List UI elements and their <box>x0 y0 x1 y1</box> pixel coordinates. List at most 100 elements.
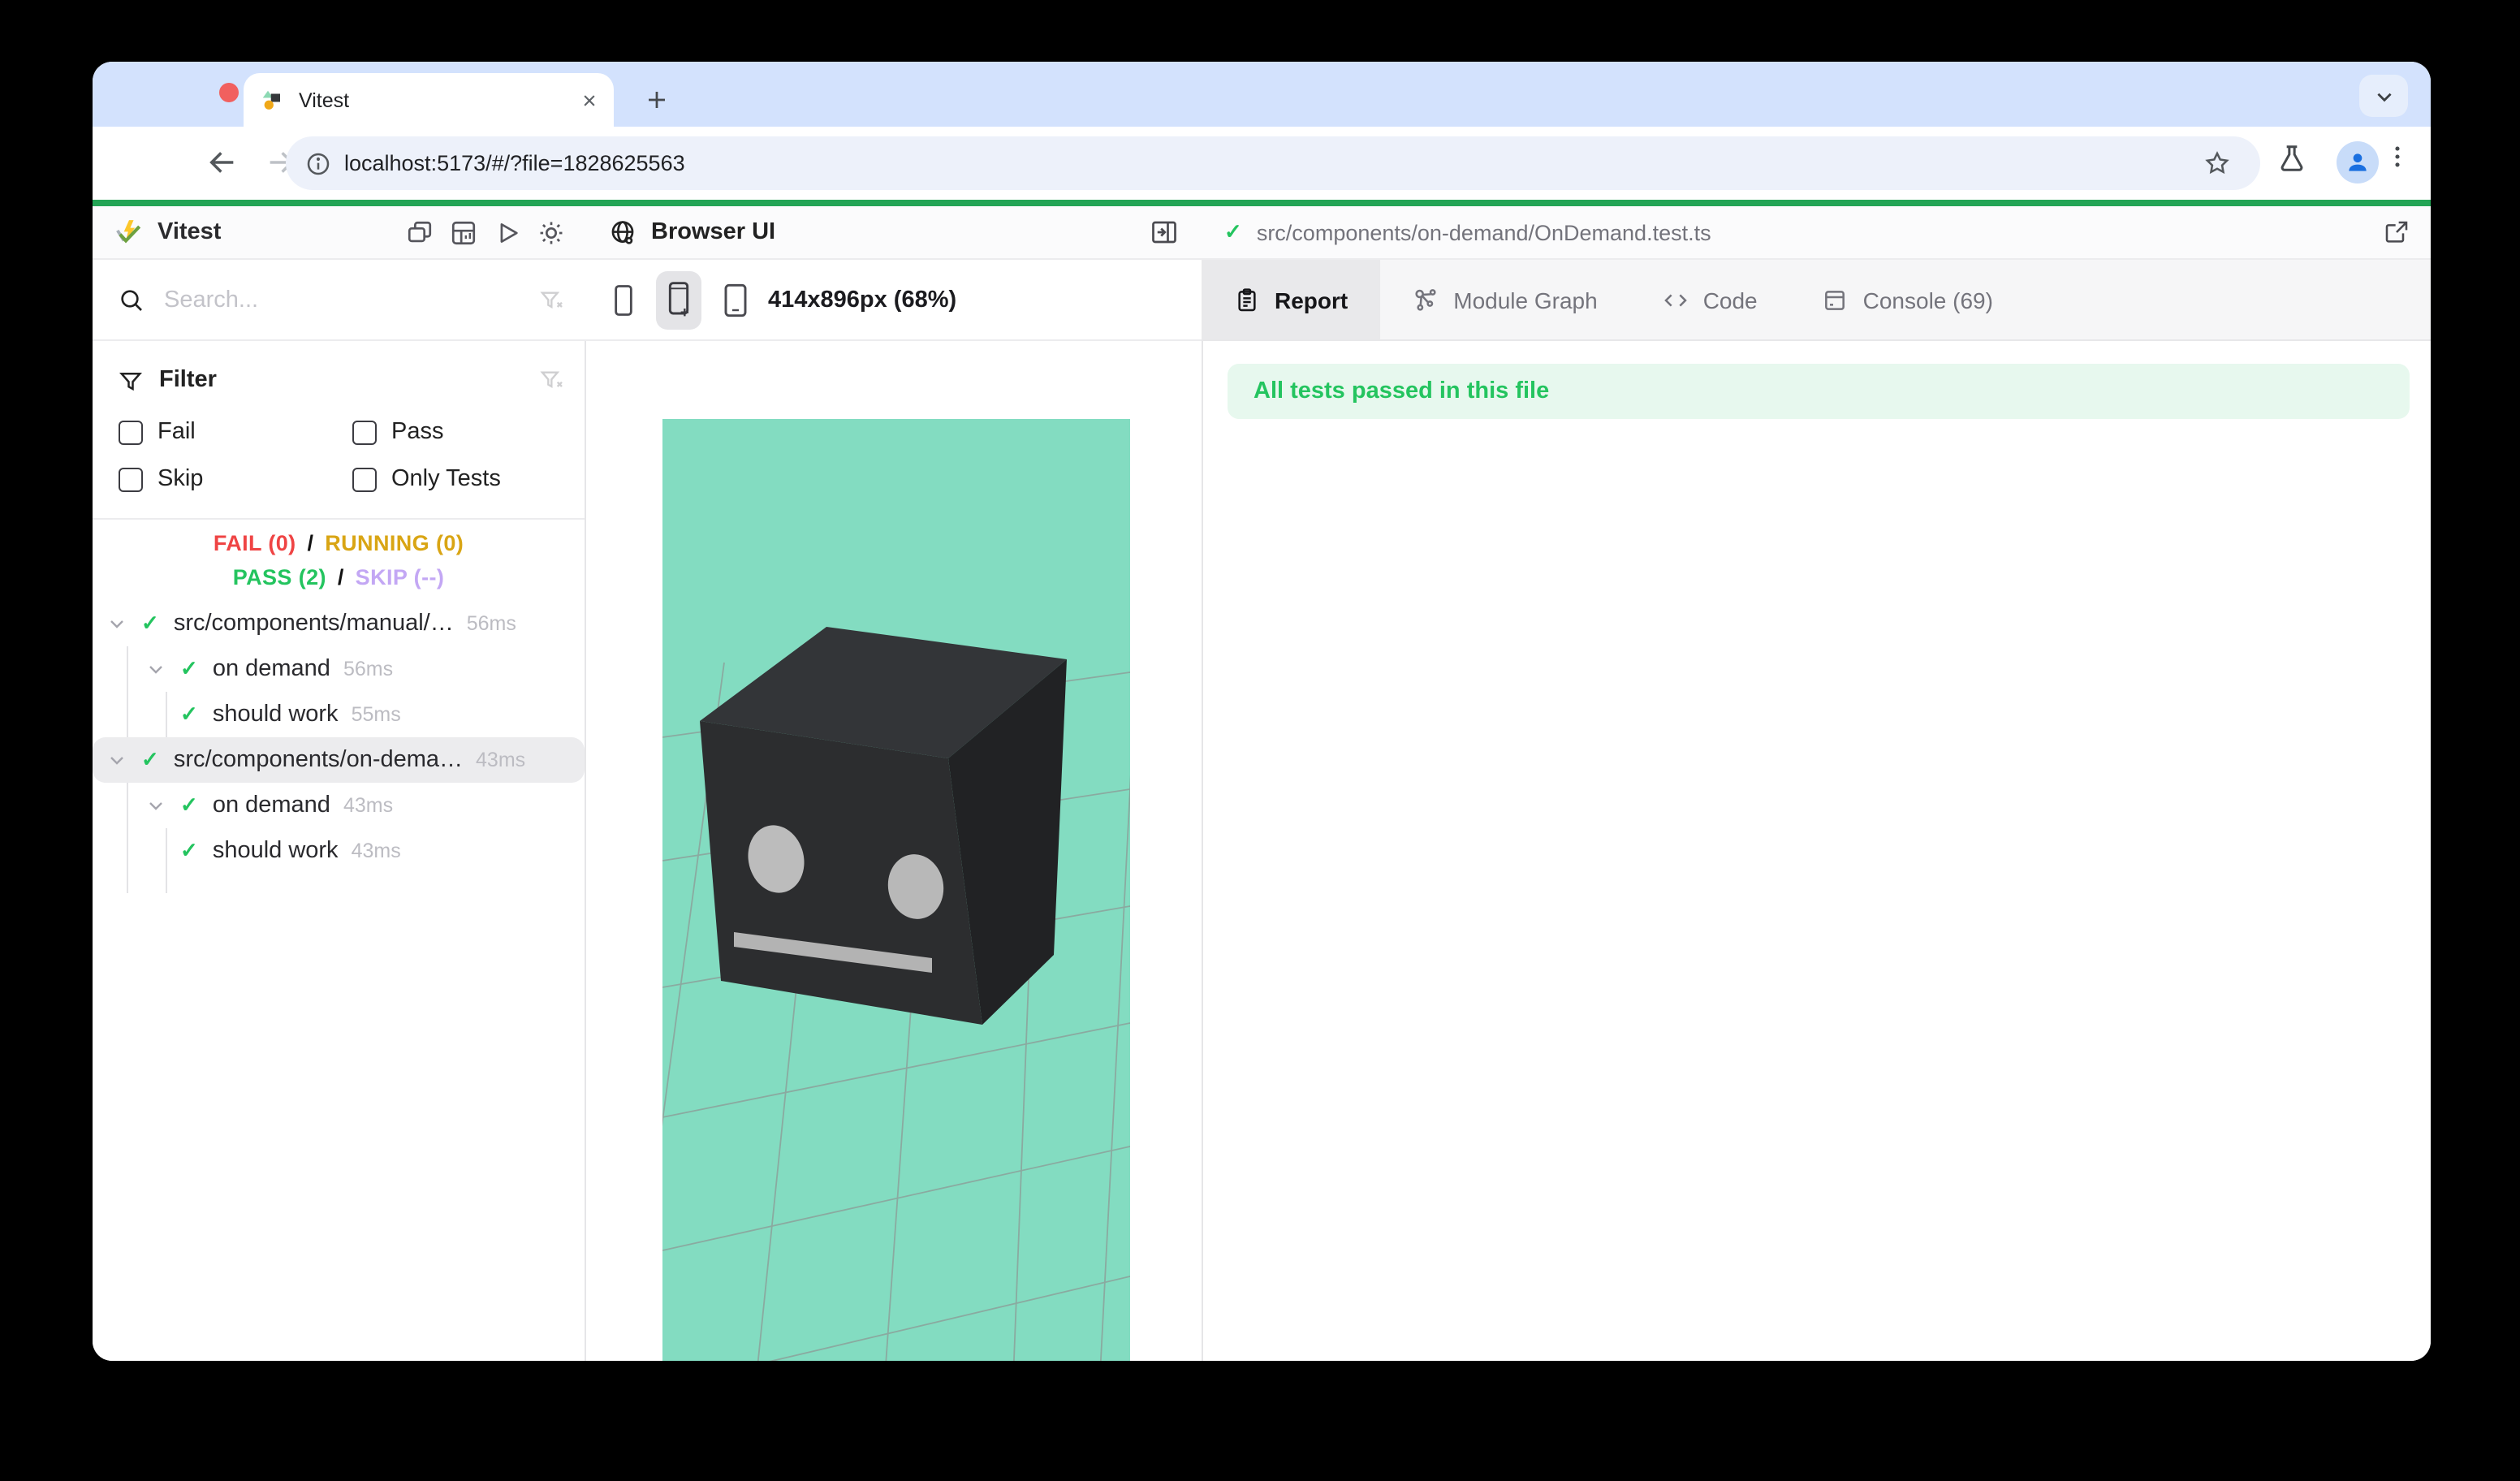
app-header-middle: Browser UI <box>585 206 1202 258</box>
device-tablet-icon[interactable] <box>723 280 749 319</box>
fail-checkbox[interactable] <box>119 420 143 444</box>
filter-option-pass[interactable]: Pass <box>352 419 444 445</box>
app-title: Vitest <box>158 219 221 245</box>
skip-checkbox[interactable] <box>119 467 143 491</box>
experiments-flask-icon[interactable] <box>2276 143 2307 174</box>
divider <box>1202 206 1203 1361</box>
tab-report-label: Report <box>1275 287 1348 313</box>
tab-close-icon[interactable] <box>581 92 598 108</box>
tree-test-row[interactable]: ✓ should work 43ms <box>93 828 585 874</box>
dashboard-icon[interactable] <box>450 218 477 246</box>
chevron-down-icon[interactable] <box>107 750 127 770</box>
open-external-icon[interactable] <box>2384 219 2410 245</box>
fail-count: FAIL (0) <box>214 531 296 555</box>
theme-toggle-sun-icon[interactable] <box>537 218 565 246</box>
test-name: should work <box>213 702 339 728</box>
file-pass-check-icon: ✓ <box>1224 219 1242 245</box>
skip-count: SKIP (--) <box>356 565 445 589</box>
filter-header: Filter <box>119 367 217 393</box>
filter-option-only-tests[interactable]: Only Tests <box>352 466 501 492</box>
app-header-left: Vitest <box>93 206 585 258</box>
browser-tab[interactable]: Vitest <box>244 73 614 127</box>
pass-checkbox[interactable] <box>352 420 377 444</box>
dock-panel-right-icon[interactable] <box>1150 218 1179 247</box>
fail-label: Fail <box>158 419 196 445</box>
all-tests-passed-text: All tests passed in this file <box>1254 378 1549 404</box>
pass-check-icon: ✓ <box>180 702 198 728</box>
screen: Vitest localhost:5173/#/?file=1828625563 <box>0 0 2520 1481</box>
test-browser-viewport <box>662 419 1130 1361</box>
browser-ui-title: Browser UI <box>651 219 775 245</box>
app-header-right: ✓ src/components/on-demand/OnDemand.test… <box>1202 206 2431 258</box>
console-icon <box>1823 287 1849 313</box>
device-toolbar: 414x896px (68%) <box>585 260 1202 341</box>
url-text: localhost:5173/#/?file=1828625563 <box>344 151 685 175</box>
clear-filter-icon[interactable] <box>539 367 565 393</box>
new-tab-button[interactable] <box>635 78 677 120</box>
browser-window: Vitest localhost:5173/#/?file=1828625563 <box>93 62 2431 1361</box>
test-name: should work <box>213 838 339 864</box>
plus-icon <box>644 87 668 111</box>
status-separator: / <box>333 565 349 589</box>
test-duration: 56ms <box>343 658 393 680</box>
panel-tabs: Report Module Graph Code Console (69) <box>1202 260 2431 341</box>
person-icon <box>2345 149 2371 175</box>
address-bar[interactable]: localhost:5173/#/?file=1828625563 <box>286 136 2260 190</box>
tab-title: Vitest <box>299 89 581 111</box>
search-input[interactable] <box>161 285 492 314</box>
chevron-down-icon[interactable] <box>146 659 166 679</box>
site-info-icon[interactable] <box>305 150 331 176</box>
only-tests-label: Only Tests <box>391 466 501 492</box>
back-button[interactable] <box>206 146 239 179</box>
test-sidebar: Filter Fail Pass Skip <box>93 341 585 1361</box>
tree-suite-row[interactable]: ✓ on demand 43ms <box>93 783 585 828</box>
pass-check-icon: ✓ <box>180 792 198 818</box>
tab-report[interactable]: Report <box>1202 260 1380 339</box>
status-summary-line-1: FAIL (0) / RUNNING (0) <box>93 531 585 555</box>
window-close-button[interactable] <box>219 83 239 102</box>
collapse-panels-icon[interactable] <box>406 218 434 246</box>
tab-code[interactable]: Code <box>1630 260 1790 339</box>
tree-file-row-selected[interactable]: ✓ src/components/on-dema… 43ms <box>93 737 585 783</box>
skip-label: Skip <box>158 466 203 492</box>
filter-option-skip[interactable]: Skip <box>119 466 203 492</box>
code-icon <box>1663 287 1689 313</box>
tree-suite-row[interactable]: ✓ on demand 56ms <box>93 646 585 692</box>
profile-avatar[interactable] <box>2337 141 2379 184</box>
pass-count: PASS (2) <box>233 565 326 589</box>
tab-code-label: Code <box>1703 287 1758 313</box>
test-duration: 55ms <box>352 703 401 726</box>
search-icon <box>119 287 145 313</box>
tree-file-row[interactable]: ✓ src/components/manual/… 56ms <box>93 601 585 646</box>
only-tests-checkbox[interactable] <box>352 467 377 491</box>
tab-console[interactable]: Console (69) <box>1790 260 2026 339</box>
browser-toolbar: localhost:5173/#/?file=1828625563 <box>93 127 2431 200</box>
robot-cube <box>700 627 1067 1025</box>
chevron-down-icon[interactable] <box>107 614 127 633</box>
bookmark-star-icon[interactable] <box>2203 149 2231 177</box>
tab-console-label: Console (69) <box>1863 287 1993 313</box>
chevron-down-icon[interactable] <box>146 796 166 815</box>
browser-menu-icon[interactable] <box>2384 143 2411 171</box>
tab-search-button[interactable] <box>2359 75 2408 117</box>
search-row <box>93 260 585 341</box>
filter-option-fail[interactable]: Fail <box>119 419 196 445</box>
filter-title: Filter <box>159 367 217 393</box>
device-phone-small-icon[interactable] <box>612 282 635 317</box>
run-all-icon[interactable] <box>494 218 521 246</box>
suite-name: on demand <box>213 656 330 682</box>
browser-tab-strip: Vitest <box>93 62 2431 127</box>
vitest-progress-bar <box>93 200 2431 206</box>
test-duration: 43ms <box>476 749 525 771</box>
device-phone-selected-icon[interactable] <box>656 270 701 329</box>
vitest-favicon <box>260 88 284 112</box>
status-separator: / <box>302 531 318 555</box>
module-graph-icon <box>1413 287 1439 313</box>
divider <box>93 518 585 520</box>
clear-search-filter-icon[interactable] <box>539 287 565 313</box>
running-count: RUNNING (0) <box>325 531 464 555</box>
globe-icon <box>609 218 636 246</box>
test-tree: ✓ src/components/manual/… 56ms ✓ on dema… <box>93 601 585 893</box>
tab-module-graph[interactable]: Module Graph <box>1380 260 1629 339</box>
tree-test-row[interactable]: ✓ should work 55ms <box>93 692 585 737</box>
